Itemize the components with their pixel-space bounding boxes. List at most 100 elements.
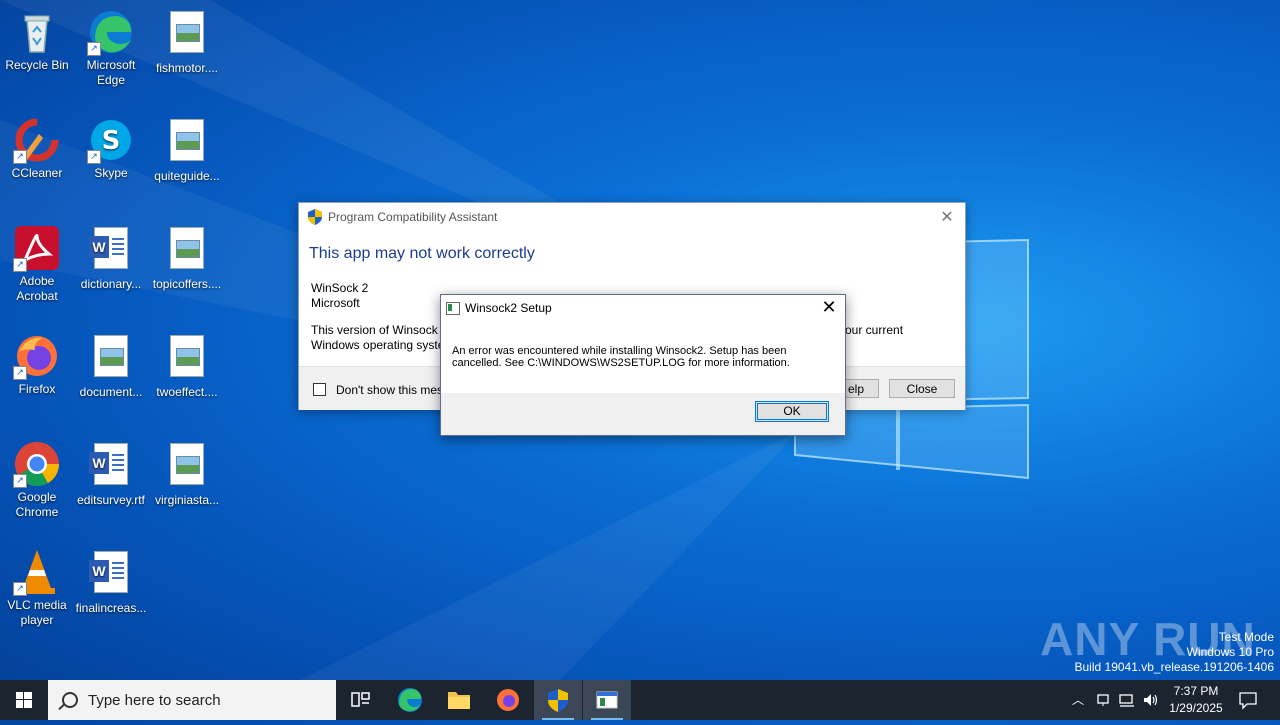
adobe-acrobat-icon: ↗ (13, 224, 61, 272)
setup-window-icon (596, 691, 618, 709)
icon-label: topicoffers.... (152, 277, 222, 291)
desktop-icon-ccleaner[interactable]: ↗ CCleaner (0, 116, 74, 181)
firefox-icon (497, 689, 519, 711)
word-document-icon: W (87, 443, 135, 491)
desktop-icon-adobe-acrobat[interactable]: ↗ Adobe Acrobat (0, 224, 74, 304)
volume-icon[interactable] (1142, 692, 1160, 708)
tray-overflow-chevron-icon[interactable]: ︿ (1070, 691, 1086, 708)
shortcut-arrow-icon: ↗ (13, 150, 27, 164)
pca-description-line2: Windows operating syste (311, 338, 445, 352)
image-file-icon (87, 335, 135, 383)
pca-publisher: Microsoft (311, 296, 360, 310)
desktop-icon-twoeffect[interactable]: twoeffect.... (150, 332, 224, 400)
pca-description-right: our current (845, 323, 904, 337)
desktop-icon-microsoft-edge[interactable]: ↗ Microsoft Edge (74, 8, 148, 88)
image-file-icon (163, 335, 211, 383)
desktop-icon-recycle-bin[interactable]: Recycle Bin (0, 8, 74, 73)
setup-app-icon (446, 302, 460, 315)
shortcut-arrow-icon: ↗ (87, 42, 101, 56)
image-file-icon (163, 11, 211, 59)
edge-icon: ↗ (87, 8, 135, 56)
desktop-icon-document[interactable]: document... (74, 332, 148, 400)
word-document-icon: W (87, 227, 135, 275)
shortcut-arrow-icon: ↗ (13, 258, 27, 272)
desktop-icon-topicoffers[interactable]: topicoffers.... (150, 224, 224, 292)
edge-icon (398, 688, 422, 712)
search-placeholder: Type here to search (88, 692, 221, 709)
action-center-icon[interactable] (1238, 690, 1258, 710)
icon-label: fishmotor.... (155, 61, 219, 75)
ws-message-line1: An error was encountered while installin… (452, 345, 787, 357)
pca-heading: This app may not work correctly (309, 245, 535, 262)
task-view-icon (351, 692, 370, 707)
shortcut-arrow-icon: ↗ (13, 366, 27, 380)
icon-label: Skype (94, 166, 128, 180)
task-view-button[interactable] (336, 680, 384, 720)
network-status-icon[interactable] (1095, 692, 1111, 708)
dont-show-label[interactable]: Don't show this mes (336, 383, 443, 397)
ws-titlebar[interactable]: Winsock2 Setup ✕ (441, 295, 845, 321)
icon-label: quiteguide... (154, 169, 220, 183)
ccleaner-icon: ↗ (13, 116, 61, 164)
icon-label: Adobe Acrobat (16, 274, 58, 303)
windows-logo-icon (16, 692, 32, 708)
word-document-icon: W (87, 551, 135, 599)
folder-icon (448, 692, 470, 709)
google-chrome-icon: ↗ (13, 440, 61, 488)
icon-label: CCleaner (11, 166, 63, 180)
desktop-icon-fishmotor[interactable]: fishmotor.... (150, 8, 224, 76)
uac-shield-icon (308, 209, 322, 225)
taskbar-firefox[interactable] (484, 680, 532, 720)
shortcut-arrow-icon: ↗ (13, 474, 27, 488)
clock-time[interactable]: 7:37 PM (1164, 684, 1228, 698)
desktop-icon-virginiasta[interactable]: virginiasta... (150, 440, 224, 508)
ok-button[interactable]: OK (755, 401, 829, 422)
clock-date[interactable]: 1/29/2025 (1164, 701, 1228, 715)
taskbar-file-explorer[interactable] (435, 680, 483, 720)
desktop-icon-editsurvey[interactable]: W editsurvey.rtf (74, 440, 148, 508)
desktop-icon-skype[interactable]: S ↗ Skype (74, 116, 148, 181)
icon-label: Google Chrome (15, 490, 59, 519)
taskbar-edge[interactable] (386, 680, 434, 720)
vlc-cone-icon: ↗ (13, 548, 61, 596)
svg-text:S: S (102, 126, 121, 156)
image-file-icon (163, 443, 211, 491)
start-button[interactable] (0, 680, 48, 720)
pca-close-icon[interactable]: ✕ (937, 207, 957, 227)
icon-label: Microsoft Edge (86, 58, 136, 87)
dont-show-checkbox[interactable] (313, 383, 326, 396)
icon-label: twoeffect.... (156, 385, 218, 399)
icon-label: dictionary... (80, 277, 142, 291)
icon-label: VLC media player (7, 598, 67, 627)
image-file-icon (163, 227, 211, 275)
ws-message-line2: cancelled. See C:\WINDOWS\WS2SETUP.LOG f… (452, 357, 790, 369)
icon-label: Recycle Bin (5, 58, 69, 72)
pca-title: Program Compatibility Assistant (328, 210, 498, 224)
desktop-icon-dictionary[interactable]: W dictionary... (74, 224, 148, 292)
icon-label: finalincreas... (75, 601, 147, 615)
test-mode-text: Test Mode Windows 10 Pro Build 19041.vb_… (1075, 630, 1275, 675)
recycle-bin-icon (13, 8, 61, 56)
firefox-icon: ↗ (13, 332, 61, 380)
desktop-icon-firefox[interactable]: ↗ Firefox (0, 332, 74, 397)
icon-label: document... (79, 385, 143, 399)
pca-description-line1: This version of Winsock 2 (311, 323, 448, 337)
desktop-icon-quiteguide[interactable]: quiteguide... (150, 116, 224, 184)
pca-close-button[interactable]: Close (889, 379, 955, 398)
taskbar-winsock-setup[interactable] (583, 680, 631, 720)
taskbar-search-box[interactable]: Type here to search (48, 680, 336, 720)
taskbar: Type here to search ︿ 7:37 PM 1/29/2025 (0, 680, 1280, 720)
taskbar-compatibility-assistant[interactable] (534, 680, 582, 720)
ws-title: Winsock2 Setup (465, 301, 552, 315)
desktop-icon-vlc[interactable]: ↗ VLC media player (0, 548, 74, 628)
pca-titlebar[interactable]: Program Compatibility Assistant ✕ (299, 203, 965, 231)
ws-footer: OK (441, 393, 845, 435)
desktop-icon-google-chrome[interactable]: ↗ Google Chrome (0, 440, 74, 520)
icon-label: editsurvey.rtf (77, 493, 145, 507)
ws-close-icon[interactable]: ✕ (819, 297, 839, 318)
desktop-icon-finalincreas[interactable]: W finalincreas... (74, 548, 148, 616)
icon-label: virginiasta... (154, 493, 220, 507)
build-label: Build 19041.vb_release.191206-1406 (1074, 660, 1275, 674)
network-icon[interactable] (1118, 692, 1136, 708)
skype-icon: S ↗ (87, 116, 135, 164)
